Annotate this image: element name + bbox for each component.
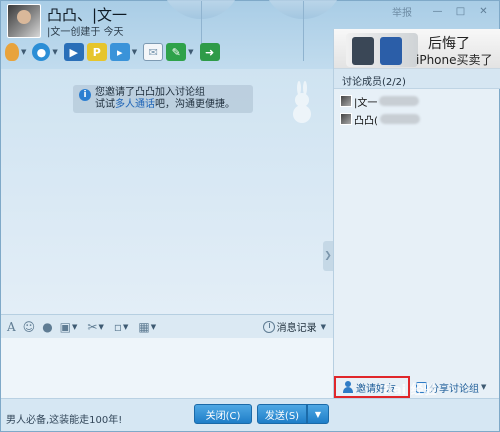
voice-call-button[interactable]: ▼ bbox=[5, 42, 29, 62]
decor-rabbit bbox=[287, 81, 317, 125]
add-person-icon bbox=[342, 381, 354, 393]
video-call-button[interactable]: ● ▼ bbox=[32, 42, 60, 62]
clock-icon bbox=[262, 320, 275, 333]
chevron-down-icon[interactable]: ▼ bbox=[98, 323, 103, 331]
send-button[interactable]: 发送(S) bbox=[257, 404, 307, 424]
group-avatar[interactable] bbox=[7, 4, 41, 38]
member-name: |文一 bbox=[354, 97, 378, 109]
blurred-name bbox=[379, 114, 420, 124]
font-icon[interactable]: A bbox=[7, 320, 16, 334]
screenshot-icon[interactable]: ✂ ▼ bbox=[87, 320, 106, 334]
emoji-icon[interactable]: ☺ bbox=[23, 320, 36, 334]
chevron-down-icon[interactable]: ▼ bbox=[151, 323, 156, 331]
chat-window: 凸凸、|文一 |文一创建于 今天 举报 — □ ✕ ▼ ● ▼ ▶ P ▸ ▼ … bbox=[0, 0, 500, 432]
system-notice: i 您邀请了凸凸加入讨论组 试试多人通话吧，沟通更便捷。 bbox=[73, 85, 253, 113]
ad-line-1: 后悔了 bbox=[428, 36, 470, 52]
notice-suffix: 吧，沟通更便捷。 bbox=[155, 99, 235, 110]
chevron-down-icon[interactable]: ▼ bbox=[132, 48, 137, 56]
info-icon: i bbox=[79, 89, 91, 101]
screen-share-icon: ▶ bbox=[63, 43, 84, 61]
right-panel: 后悔了 iPhone买卖了 讨论成员(2/2) |文一 凸凸( 邀请好友 分享讨… bbox=[333, 29, 500, 398]
message-input[interactable] bbox=[1, 338, 333, 398]
screen-share-button[interactable]: ▶ bbox=[63, 42, 84, 62]
decor-umbrella-handle bbox=[303, 1, 304, 61]
mail-button[interactable]: ✉ bbox=[143, 42, 164, 62]
collapse-panel-handle[interactable]: ❯ bbox=[323, 241, 333, 271]
folder-icon: ▸ bbox=[109, 43, 130, 61]
app-icon: P bbox=[86, 43, 107, 61]
chevron-down-icon[interactable]: ▼ bbox=[72, 323, 77, 331]
notice-line-2: 试试多人通话吧，沟通更便捷。 bbox=[95, 99, 247, 111]
minimize-icon[interactable]: — bbox=[426, 4, 449, 19]
titlebar-controls: 举报 — □ ✕ bbox=[392, 4, 495, 19]
avatar bbox=[340, 113, 352, 125]
chevron-down-icon[interactable]: ▼ bbox=[481, 383, 486, 391]
chat-history-area[interactable]: i 您邀请了凸凸加入讨论组 试试多人通话吧，沟通更便捷。 ❯ bbox=[1, 69, 333, 314]
watermark: Bai 经验 bbox=[383, 383, 437, 398]
exit-group-icon: ➜ bbox=[199, 43, 220, 61]
chevron-down-icon[interactable]: ▼ bbox=[123, 323, 128, 331]
members-header: 讨论成员(2/2) bbox=[334, 69, 500, 89]
message-history-button[interactable]: 消息记录 ▼ bbox=[262, 319, 329, 334]
chevron-down-icon[interactable]: ▼ bbox=[21, 48, 26, 56]
chat-subtitle: |文一创建于 今天 bbox=[47, 27, 124, 38]
maximize-icon[interactable]: □ bbox=[449, 4, 472, 19]
microphone-icon bbox=[5, 43, 19, 61]
chart-icon[interactable]: ▫ ▼ bbox=[114, 320, 132, 334]
camera-icon: ● bbox=[32, 43, 51, 61]
exit-group-button[interactable]: ➜ bbox=[199, 42, 220, 62]
close-icon[interactable]: ✕ bbox=[472, 4, 495, 19]
top-toolbar: ▼ ● ▼ ▶ P ▸ ▼ ✉ ✎ ▼ ➜ bbox=[5, 41, 220, 63]
footer-ad-text[interactable]: 男人必备,这装能走100年! bbox=[6, 411, 122, 426]
file-transfer-button[interactable]: ▸ ▼ bbox=[109, 42, 140, 62]
app-button[interactable]: P bbox=[86, 42, 107, 62]
close-button[interactable]: 关闭(C) bbox=[194, 404, 252, 424]
notice-prefix: 试试 bbox=[95, 99, 115, 110]
voice-message-icon[interactable]: ● bbox=[42, 320, 52, 334]
phone-image bbox=[346, 33, 418, 67]
chevron-down-icon[interactable]: ▼ bbox=[188, 48, 193, 56]
message-history-label: 消息记录 bbox=[276, 323, 317, 334]
member-item[interactable]: 凸凸( bbox=[340, 111, 420, 127]
member-item[interactable]: |文一 bbox=[340, 93, 420, 109]
blurred-name bbox=[379, 96, 420, 106]
member-name: 凸凸( bbox=[354, 115, 378, 127]
send-options-button[interactable]: ▼ bbox=[307, 404, 329, 424]
ad-banner[interactable]: 后悔了 iPhone买卖了 bbox=[334, 29, 500, 69]
mail-icon: ✉ bbox=[143, 43, 164, 61]
chat-title[interactable]: 凸凸、|文一 bbox=[47, 4, 127, 25]
image-icon[interactable]: ▣ ▼ bbox=[60, 320, 81, 334]
chevron-down-icon[interactable]: ▼ bbox=[321, 323, 326, 331]
bottom-bar: 男人必备,这装能走100年! 关闭(C) 发送(S) ▼ bbox=[1, 398, 499, 431]
more-apps-icon[interactable]: ▦ ▼ bbox=[138, 320, 159, 334]
report-link[interactable]: 举报 bbox=[392, 4, 412, 19]
message-icon: ✎ bbox=[166, 43, 187, 61]
notice-line-1: 您邀请了凸凸加入讨论组 bbox=[95, 87, 205, 98]
multi-call-link[interactable]: 多人通话 bbox=[115, 99, 155, 110]
message-button[interactable]: ✎ ▼ bbox=[166, 42, 196, 62]
avatar bbox=[340, 95, 352, 107]
ad-line-2: iPhone买卖了 bbox=[416, 53, 493, 67]
input-toolbar: A ☺ ● ▣ ▼ ✂ ▼ ▫ ▼ ▦ ▼ 消息记录 ▼ bbox=[1, 314, 333, 338]
chevron-down-icon[interactable]: ▼ bbox=[52, 48, 57, 56]
